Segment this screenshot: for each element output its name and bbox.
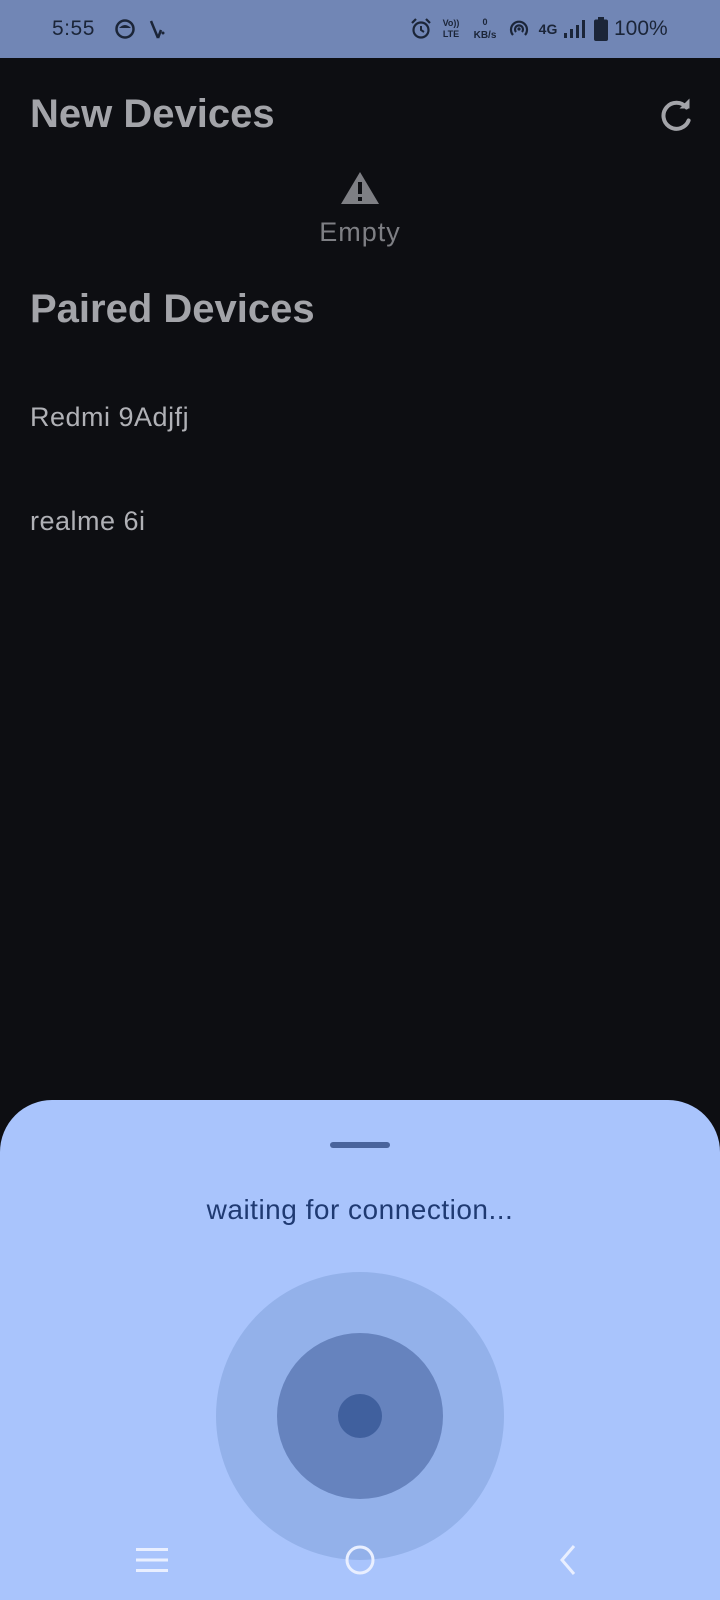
empty-state: Empty bbox=[300, 170, 420, 248]
status-app-icon bbox=[115, 19, 135, 39]
sheet-drag-handle[interactable] bbox=[330, 1142, 390, 1148]
warning-icon bbox=[341, 172, 379, 204]
volte-top: Vo)) bbox=[442, 18, 460, 28]
paired-devices-title: Paired Devices bbox=[30, 287, 315, 331]
back-icon bbox=[560, 1545, 576, 1575]
volte-bottom: LTE bbox=[442, 29, 460, 39]
empty-label: Empty bbox=[319, 217, 401, 247]
alarm-icon bbox=[411, 18, 431, 39]
battery-percent: 100% bbox=[614, 17, 668, 40]
pulse-core bbox=[338, 1394, 382, 1438]
nav-menu-button[interactable] bbox=[130, 1538, 174, 1582]
paired-device-item[interactable]: Redmi 9Adjfj bbox=[30, 402, 189, 433]
status-bar: 5:55 Vo)) LTE 0 KB/s 4G 100% bbox=[0, 0, 720, 58]
net-speed-value: 0 bbox=[482, 17, 488, 27]
menu-icon bbox=[136, 1548, 168, 1572]
refresh-button[interactable] bbox=[654, 94, 698, 138]
refresh-icon bbox=[661, 98, 691, 131]
connection-bottom-sheet: waiting for connection... bbox=[0, 1100, 720, 1600]
bluetooth-icon bbox=[149, 20, 165, 39]
new-devices-title: New Devices bbox=[30, 92, 275, 136]
signal-icon bbox=[564, 20, 585, 38]
paired-device-item[interactable]: realme 6i bbox=[30, 506, 146, 537]
hotspot-icon bbox=[509, 20, 529, 36]
nav-home-button[interactable] bbox=[338, 1538, 382, 1582]
status-time: 5:55 bbox=[52, 17, 95, 40]
home-icon bbox=[345, 1545, 375, 1575]
battery-icon bbox=[594, 17, 608, 41]
nav-back-button[interactable] bbox=[546, 1538, 590, 1582]
connection-status-text: waiting for connection... bbox=[206, 1194, 514, 1225]
network-type: 4G bbox=[538, 21, 558, 37]
net-speed-unit: KB/s bbox=[473, 30, 497, 41]
